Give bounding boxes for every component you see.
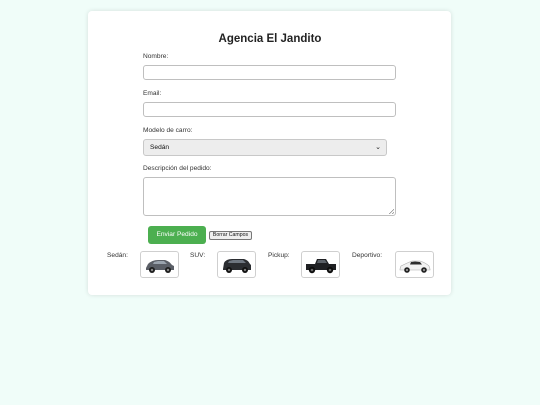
submit-order-button[interactable]: Enviar Pedido bbox=[148, 226, 206, 244]
car-thumbnail-suv[interactable] bbox=[217, 251, 256, 278]
description-textarea[interactable] bbox=[143, 177, 396, 216]
sports-car-icon bbox=[399, 260, 431, 273]
car-thumbnail-sports[interactable] bbox=[395, 251, 434, 278]
car-label-sedan: Sedán: bbox=[107, 252, 128, 259]
model-select-value: Sedán bbox=[150, 144, 170, 151]
car-label-sports: Deportivo: bbox=[352, 252, 383, 259]
name-label: Nombre: bbox=[143, 53, 169, 60]
model-select[interactable]: Sedán ⌄ bbox=[143, 139, 387, 156]
car-label-suv: SUV: bbox=[190, 252, 206, 259]
email-field[interactable] bbox=[143, 102, 396, 117]
sedan-car-icon bbox=[146, 260, 174, 273]
email-label: Email: bbox=[143, 90, 162, 97]
resize-handle-icon[interactable] bbox=[389, 209, 394, 214]
pickup-truck-icon bbox=[306, 259, 336, 274]
chevron-down-icon: ⌄ bbox=[375, 144, 381, 151]
name-field[interactable] bbox=[143, 65, 396, 80]
car-label-pickup: Pickup: bbox=[268, 252, 290, 259]
model-label: Modelo de carro: bbox=[143, 127, 193, 134]
description-label: Descripción del pedido: bbox=[143, 165, 212, 172]
suv-car-icon bbox=[223, 259, 251, 273]
page-title: Agencia El Jandito bbox=[218, 33, 322, 45]
car-thumbnail-pickup[interactable] bbox=[301, 251, 340, 278]
clear-fields-button[interactable]: Borrar Campos bbox=[209, 231, 252, 240]
car-thumbnail-sedan[interactable] bbox=[140, 251, 179, 278]
